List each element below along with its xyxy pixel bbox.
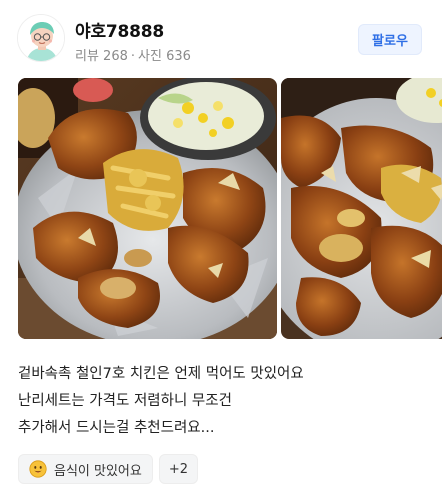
fried-chicken-platter-photo[interactable] <box>18 78 277 339</box>
follow-button[interactable]: 팔로우 <box>358 24 422 55</box>
photo-count: 사진 636 <box>138 49 191 64</box>
tag-label: 음식이 맛있어요 <box>54 463 142 479</box>
avatar[interactable] <box>17 14 65 62</box>
more-tags-button[interactable]: +2 <box>158 454 199 484</box>
fried-chicken-closeup-photo[interactable] <box>281 78 442 339</box>
reviewer-stats: 리뷰 268 · 사진 636 <box>75 45 191 64</box>
separator-dot: · <box>130 49 136 64</box>
avatar-character-icon <box>18 15 64 61</box>
username[interactable]: 야호78888 <box>75 17 164 42</box>
review-line: 난리세트는 가격도 저렴하니 무조건 <box>18 393 232 409</box>
review-text: 겉바속촉 철인7호 치킨은 언제 먹어도 맛있어요 난리세트는 가격도 저렴하니… <box>18 361 428 442</box>
review-line: 추가해서 드시는걸 추천드려요... <box>18 420 215 436</box>
smiley-icon <box>29 460 47 478</box>
tag-tasty-food[interactable]: 음식이 맛있어요 <box>18 454 153 484</box>
review-count: 리뷰 268 <box>75 49 128 64</box>
review-header: 야호78888 리뷰 268 · 사진 636 팔로우 <box>0 0 442 78</box>
review-line: 겉바속촉 철인7호 치킨은 언제 먹어도 맛있어요 <box>18 366 304 382</box>
review-tags: 음식이 맛있어요 +2 <box>18 454 199 484</box>
photo-carousel[interactable] <box>18 78 442 339</box>
